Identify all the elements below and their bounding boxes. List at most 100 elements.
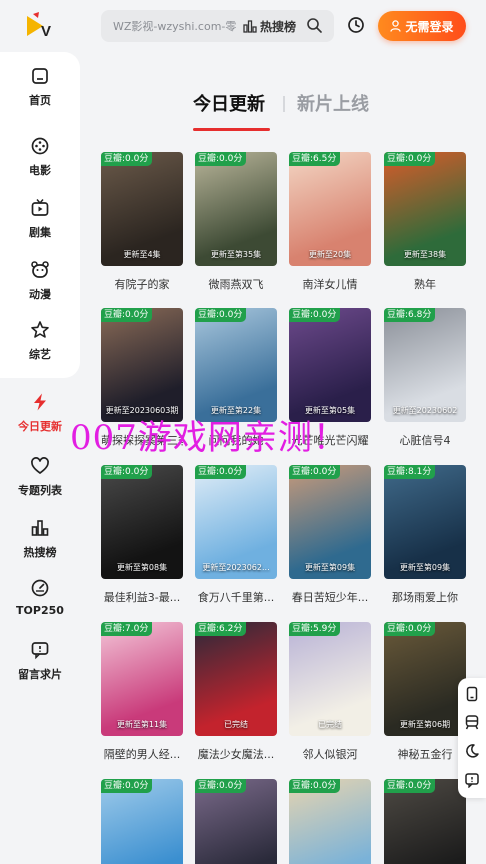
sidebar-item-2[interactable]: 剧集 (0, 198, 80, 258)
sidebar-item-8[interactable]: TOP250 (0, 578, 80, 638)
media-title[interactable]: 南洋女儿情 (289, 276, 371, 292)
episode-status: 更新至38集 (403, 250, 447, 259)
sidebar-item-6[interactable]: 专题列表 (0, 456, 80, 516)
episode-status: 更新至20230602 (392, 406, 458, 415)
sidebar-item-label: 热搜榜 (23, 546, 57, 559)
phone-icon[interactable] (464, 686, 480, 702)
media-title[interactable]: 邻人似银河 (289, 746, 371, 762)
douban-score-badge: 豆瓣:7.0分 (101, 622, 153, 636)
sidebar-item-label: 专题列表 (18, 484, 62, 497)
douban-score-badge: 豆瓣:0.0分 (101, 779, 153, 793)
history-clock-icon[interactable] (347, 16, 365, 34)
episode-status: 更新至第08集 (116, 563, 168, 572)
episode-status: 更新至2023062... (202, 563, 270, 572)
media-title[interactable]: 心脏信号4 (384, 432, 466, 448)
search-input[interactable]: WZ影视-wzyshi.com-零 (113, 18, 237, 34)
douban-score-badge: 豆瓣:0.0分 (289, 779, 341, 793)
moon-icon[interactable] (464, 743, 480, 759)
media-title[interactable]: 最佳利益3-最... (101, 589, 183, 605)
sidebar-item-0[interactable]: 首页 (0, 66, 80, 126)
episode-status: 更新至4集 (123, 250, 161, 259)
sidebar-item-1[interactable]: 电影 (0, 136, 80, 196)
douban-score-badge: 豆瓣:0.0分 (384, 152, 436, 166)
sidebar-item-3[interactable]: 动漫 (0, 260, 80, 320)
heart-icon (31, 457, 49, 474)
poster-image[interactable]: 豆瓣:0.0分更新至38集 (384, 152, 466, 266)
episode-status: 更新至第06期 (399, 720, 451, 729)
poster-image[interactable]: 豆瓣:0.0分 (195, 779, 277, 864)
poster-image[interactable]: 豆瓣:0.0分 更新至第22集 (195, 308, 277, 422)
media-title[interactable]: 微雨燕双飞 (195, 276, 277, 292)
active-tab-underline (193, 128, 270, 131)
douban-score-badge: 豆瓣:0.0分 (195, 152, 247, 166)
media-title[interactable]: 食万八千里第... (195, 589, 277, 605)
sidebar-item-7[interactable]: 热搜榜 (0, 518, 80, 578)
poster-image[interactable]: 豆瓣:5.9分已完结 (289, 622, 371, 736)
poster-image[interactable]: 豆瓣:0.0分更新至第35集 (195, 152, 277, 266)
bar-chart-icon (243, 20, 257, 33)
sidebar-item-label: 综艺 (29, 348, 51, 361)
douban-score-badge: 豆瓣:6.5分 (289, 152, 341, 166)
media-title[interactable]: 那场雨爱上你 (384, 589, 466, 605)
douban-score-badge: 豆瓣:0.0分 (195, 779, 247, 793)
episode-status: 已完结 (318, 720, 342, 729)
home-icon (32, 68, 48, 84)
douban-score-badge: 豆瓣:0.0分 (101, 152, 153, 166)
douban-score-badge: 豆瓣:0.0分 (101, 465, 153, 479)
subway-icon[interactable] (464, 714, 480, 730)
tab-new-releases[interactable]: 新片上线 (297, 90, 369, 116)
media-title[interactable]: 熟年 (384, 276, 466, 292)
search-icon[interactable] (306, 17, 322, 33)
login-button[interactable]: 无需登录 (378, 11, 466, 41)
sidebar-item-label: 首页 (29, 94, 51, 107)
login-label: 无需登录 (405, 19, 454, 34)
douban-score-badge: 豆瓣:0.0分 (384, 622, 436, 636)
tab-today-updates[interactable]: 今日更新 (193, 90, 265, 116)
media-title[interactable]: 隔壁的男人经... (101, 746, 183, 762)
media-title[interactable]: 魔法少女魔法... (195, 746, 277, 762)
logo-icon[interactable]: V (24, 10, 56, 42)
sidebar-item-label: 剧集 (29, 226, 51, 239)
poster-image[interactable]: 豆瓣:0.0分更新至第06期 (384, 622, 466, 736)
hot-search-button[interactable]: 热搜榜 (243, 16, 296, 36)
poster-image[interactable]: 豆瓣:6.8分更新至20230602 (384, 308, 466, 422)
poster-image[interactable]: 豆瓣:0.0分 (289, 779, 371, 864)
poster-image[interactable]: 豆瓣:8.1分 更新至第09集 (384, 465, 466, 579)
media-title[interactable]: 神秘五金行 (384, 746, 466, 762)
media-title[interactable]: 有院子的家 (101, 276, 183, 292)
sidebar-item-4[interactable]: 综艺 (0, 320, 80, 380)
douban-score-badge: 豆瓣:6.8分 (384, 308, 436, 322)
episode-status: 更新至第09集 (399, 563, 451, 572)
svg-text:V: V (41, 23, 51, 40)
poster-image[interactable]: 豆瓣:0.0分 (101, 779, 183, 864)
poster-image[interactable]: 豆瓣:0.0分更新至第08集 (101, 465, 183, 579)
poster-image[interactable]: 豆瓣:0.0分更新至4集 (101, 152, 183, 266)
feedback-icon[interactable] (464, 772, 480, 788)
poster-image[interactable]: 豆瓣:0.0分 更新至20230603期 (101, 308, 183, 422)
douban-score-badge: 豆瓣:0.0分 (195, 465, 247, 479)
sidebar-item-label: 动漫 (29, 288, 51, 301)
media-title[interactable]: 春日苦短少年... (289, 589, 371, 605)
episode-status: 更新至第11集 (116, 720, 168, 729)
poster-image[interactable]: 豆瓣:0.0分更新至2023062... (195, 465, 277, 579)
douban-score-badge: 豆瓣:0.0分 (384, 779, 436, 793)
floating-toolbar (458, 678, 486, 798)
episode-status: 更新至第35集 (210, 250, 262, 259)
episode-status: 更新至第09集 (304, 563, 356, 572)
poster-image[interactable]: 豆瓣:0.0分 更新至第05集 (289, 308, 371, 422)
sidebar-item-label: 留言求片 (18, 668, 62, 681)
poster-image[interactable]: 豆瓣:7.0分更新至第11集 (101, 622, 183, 736)
poster-image[interactable]: 豆瓣:0.0分 更新至第09集 (289, 465, 371, 579)
search-bar[interactable]: WZ影视-wzyshi.com-零 (101, 10, 334, 42)
douban-score-badge: 豆瓣:5.9分 (289, 622, 341, 636)
sidebar-item-5[interactable]: 今日更新 (0, 392, 80, 452)
watermark-text: 007游戏网亲测！ (70, 418, 348, 458)
sidebar-item-label: TOP250 (16, 604, 64, 617)
poster-image[interactable]: 豆瓣:0.0分 (384, 779, 466, 864)
douban-score-badge: 豆瓣:0.0分 (101, 308, 153, 322)
lightning-icon (34, 393, 46, 411)
tv-icon (31, 199, 49, 216)
poster-image[interactable]: 豆瓣:6.5分 更新至20集 (289, 152, 371, 266)
sidebar-item-9[interactable]: 留言求片 (0, 640, 80, 700)
poster-image[interactable]: 豆瓣:6.2分 已完结 (195, 622, 277, 736)
